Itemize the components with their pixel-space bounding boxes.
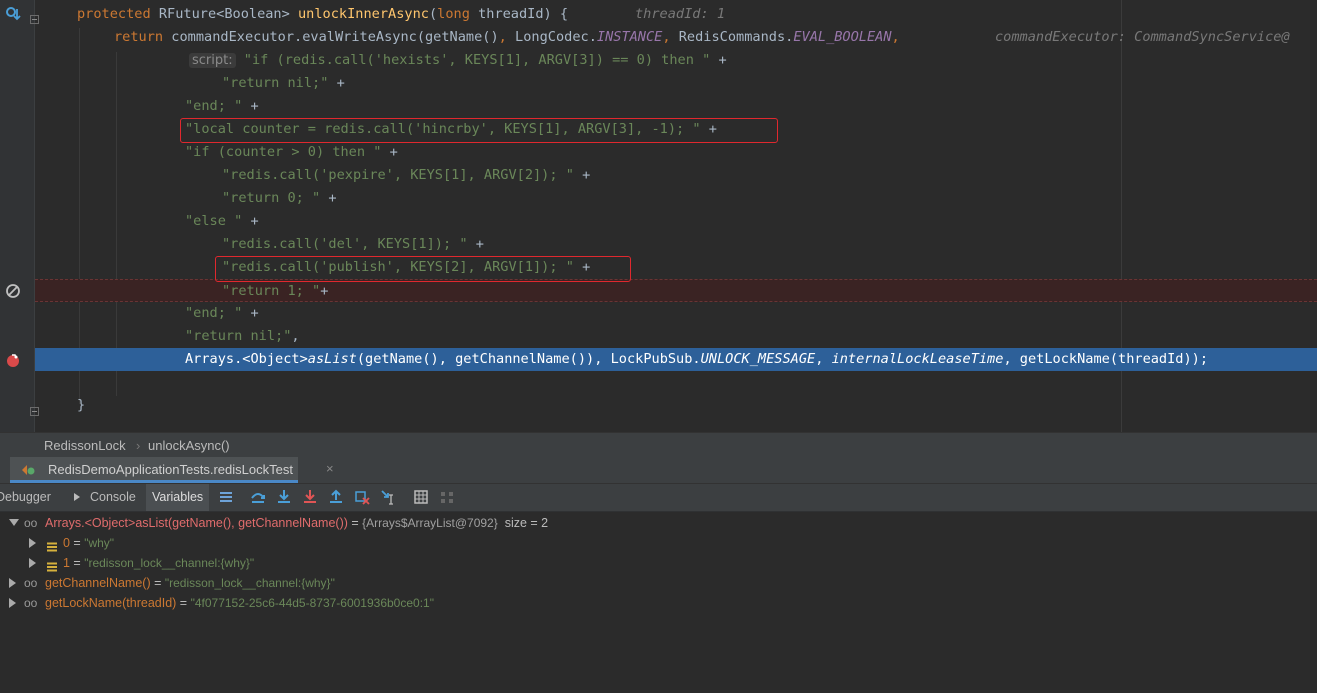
variable-entry: getLockName(threadId) = "4f077152-25c6-4… — [45, 596, 434, 610]
variable-row[interactable]: 0 = "why" — [0, 533, 1317, 553]
script-line: "end; " + — [185, 98, 259, 114]
arguments-line: Arrays.<Object>asList(getName(), getChan… — [185, 351, 1209, 367]
code-line[interactable]: protected RFuture<Boolean> unlockInnerAs… — [35, 3, 1317, 26]
inline-debug-value: commandExecutor: CommandSyncService@ — [995, 29, 1290, 45]
highlight-box — [215, 256, 631, 282]
execution-point-line[interactable]: Arrays.<Object>asList(getName(), getChan… — [35, 348, 1317, 371]
variable-entry: 0 = "why" — [63, 536, 115, 550]
run-configuration-tab[interactable]: RedisDemoApplicationTests.redisLockTest … — [10, 457, 334, 483]
variables-tree[interactable]: oo Arrays.<Object>asList(getName(), getC… — [0, 512, 1317, 616]
disabled-breakpoint-icon[interactable] — [5, 283, 21, 299]
breadcrumb-class[interactable]: RedissonLock — [44, 438, 126, 453]
code-line[interactable]: "return nil;" + — [35, 72, 1317, 95]
step-into-icon[interactable] — [276, 489, 292, 505]
watch-glasses-icon: oo — [24, 576, 38, 590]
variable-row[interactable]: oo Arrays.<Object>asList(getName(), getC… — [0, 513, 1317, 533]
force-step-into-icon[interactable] — [302, 489, 318, 505]
breakpoint-icon[interactable] — [5, 352, 21, 368]
code-line[interactable]: "end; " + — [35, 95, 1317, 118]
debug-tool-window: RedisDemoApplicationTests.redisLockTest … — [0, 457, 1317, 616]
breadcrumb-separator: › — [136, 438, 141, 453]
code-line-disabled-breakpoint[interactable]: "return 1; "+ — [35, 279, 1317, 302]
code-line[interactable]: "if (counter > 0) then " + — [35, 141, 1317, 164]
method-signature: protected RFuture<Boolean> unlockInnerAs… — [77, 6, 569, 22]
code-line[interactable]: "end; " + — [35, 302, 1317, 325]
code-editor[interactable]: protected RFuture<Boolean> unlockInnerAs… — [0, 0, 1317, 432]
parameter-hint: script: — [189, 53, 236, 68]
watch-glasses-icon: oo — [24, 596, 38, 610]
script-line: "return nil;" + — [222, 75, 345, 91]
code-line[interactable]: return commandExecutor.evalWriteAsync(ge… — [35, 26, 1317, 49]
return-statement: return commandExecutor.evalWriteAsync(ge… — [114, 29, 900, 45]
breadcrumb-method[interactable]: unlockAsync() — [148, 438, 230, 453]
debug-toolbar: Debugger Console Variables — [0, 484, 1317, 512]
expand-toggle-icon[interactable] — [29, 558, 36, 568]
trace-icon[interactable] — [439, 489, 455, 505]
variable-entry: Arrays.<Object>asList(getName(), getChan… — [45, 516, 549, 530]
frames-menu-icon[interactable] — [218, 489, 234, 505]
closing-brace: } — [77, 397, 86, 413]
step-out-icon[interactable] — [328, 489, 344, 505]
drop-frame-icon[interactable] — [354, 489, 370, 505]
watch-glasses-icon: oo — [24, 516, 38, 530]
variable-row[interactable]: oo getChannelName() = "redisson_lock__ch… — [0, 573, 1317, 593]
code-line[interactable]: } — [35, 394, 1317, 417]
highlight-box — [180, 118, 778, 143]
console-icon — [72, 491, 84, 503]
close-tab-icon[interactable]: × — [326, 461, 334, 476]
debug-config-icon — [20, 462, 36, 478]
expand-toggle-icon[interactable] — [9, 598, 16, 608]
script-line: script: "if (redis.call('hexists', KEYS[… — [189, 49, 727, 72]
script-line: "else " + — [185, 213, 259, 229]
code-line[interactable]: "return nil;", — [35, 325, 1317, 348]
evaluate-expression-icon[interactable] — [413, 489, 429, 505]
tab-console[interactable]: Console — [90, 484, 136, 511]
run-to-cursor-icon[interactable] — [380, 489, 396, 505]
script-line: "return nil;", — [185, 328, 300, 344]
implementation-marker-icon[interactable] — [5, 6, 21, 22]
code-line[interactable]: "redis.call('pexpire', KEYS[1], ARGV[2])… — [35, 164, 1317, 187]
script-line: "return 0; " + — [222, 190, 337, 206]
variable-entry: getChannelName() = "redisson_lock__chann… — [45, 576, 335, 590]
tab-variables[interactable]: Variables — [146, 484, 210, 511]
script-line: "end; " + — [185, 305, 259, 321]
step-over-icon[interactable] — [250, 489, 266, 505]
script-line: "redis.call('del', KEYS[1]); " + — [222, 236, 484, 252]
code-line[interactable]: "return 0; " + — [35, 187, 1317, 210]
expand-toggle-icon[interactable] — [9, 578, 16, 588]
inline-debug-value: threadId: 1 — [635, 6, 726, 22]
tab-debugger[interactable]: Debugger — [0, 484, 51, 511]
code-line[interactable]: script: "if (redis.call('hexists', KEYS[… — [35, 49, 1317, 72]
script-line: "redis.call('pexpire', KEYS[1], ARGV[2])… — [222, 167, 591, 183]
code-line[interactable]: "redis.call('del', KEYS[1]); " + — [35, 233, 1317, 256]
run-tab-label: RedisDemoApplicationTests.redisLockTest — [48, 462, 293, 477]
array-element-icon — [47, 558, 57, 572]
code-line[interactable]: "else " + — [35, 210, 1317, 233]
variable-entry: 1 = "redisson_lock__channel:{why}" — [63, 556, 255, 570]
variable-row[interactable]: 1 = "redisson_lock__channel:{why}" — [0, 553, 1317, 573]
script-line: "return 1; "+ — [222, 283, 329, 299]
breadcrumb: RedissonLock › unlockAsync() — [0, 432, 1317, 457]
expand-toggle-icon[interactable] — [9, 519, 19, 526]
variable-row[interactable]: oo getLockName(threadId) = "4f077152-25c… — [0, 593, 1317, 613]
run-tab-bar: RedisDemoApplicationTests.redisLockTest … — [0, 457, 1317, 484]
array-element-icon — [47, 538, 57, 552]
expand-toggle-icon[interactable] — [29, 538, 36, 548]
script-line: "if (counter > 0) then " + — [185, 144, 398, 160]
